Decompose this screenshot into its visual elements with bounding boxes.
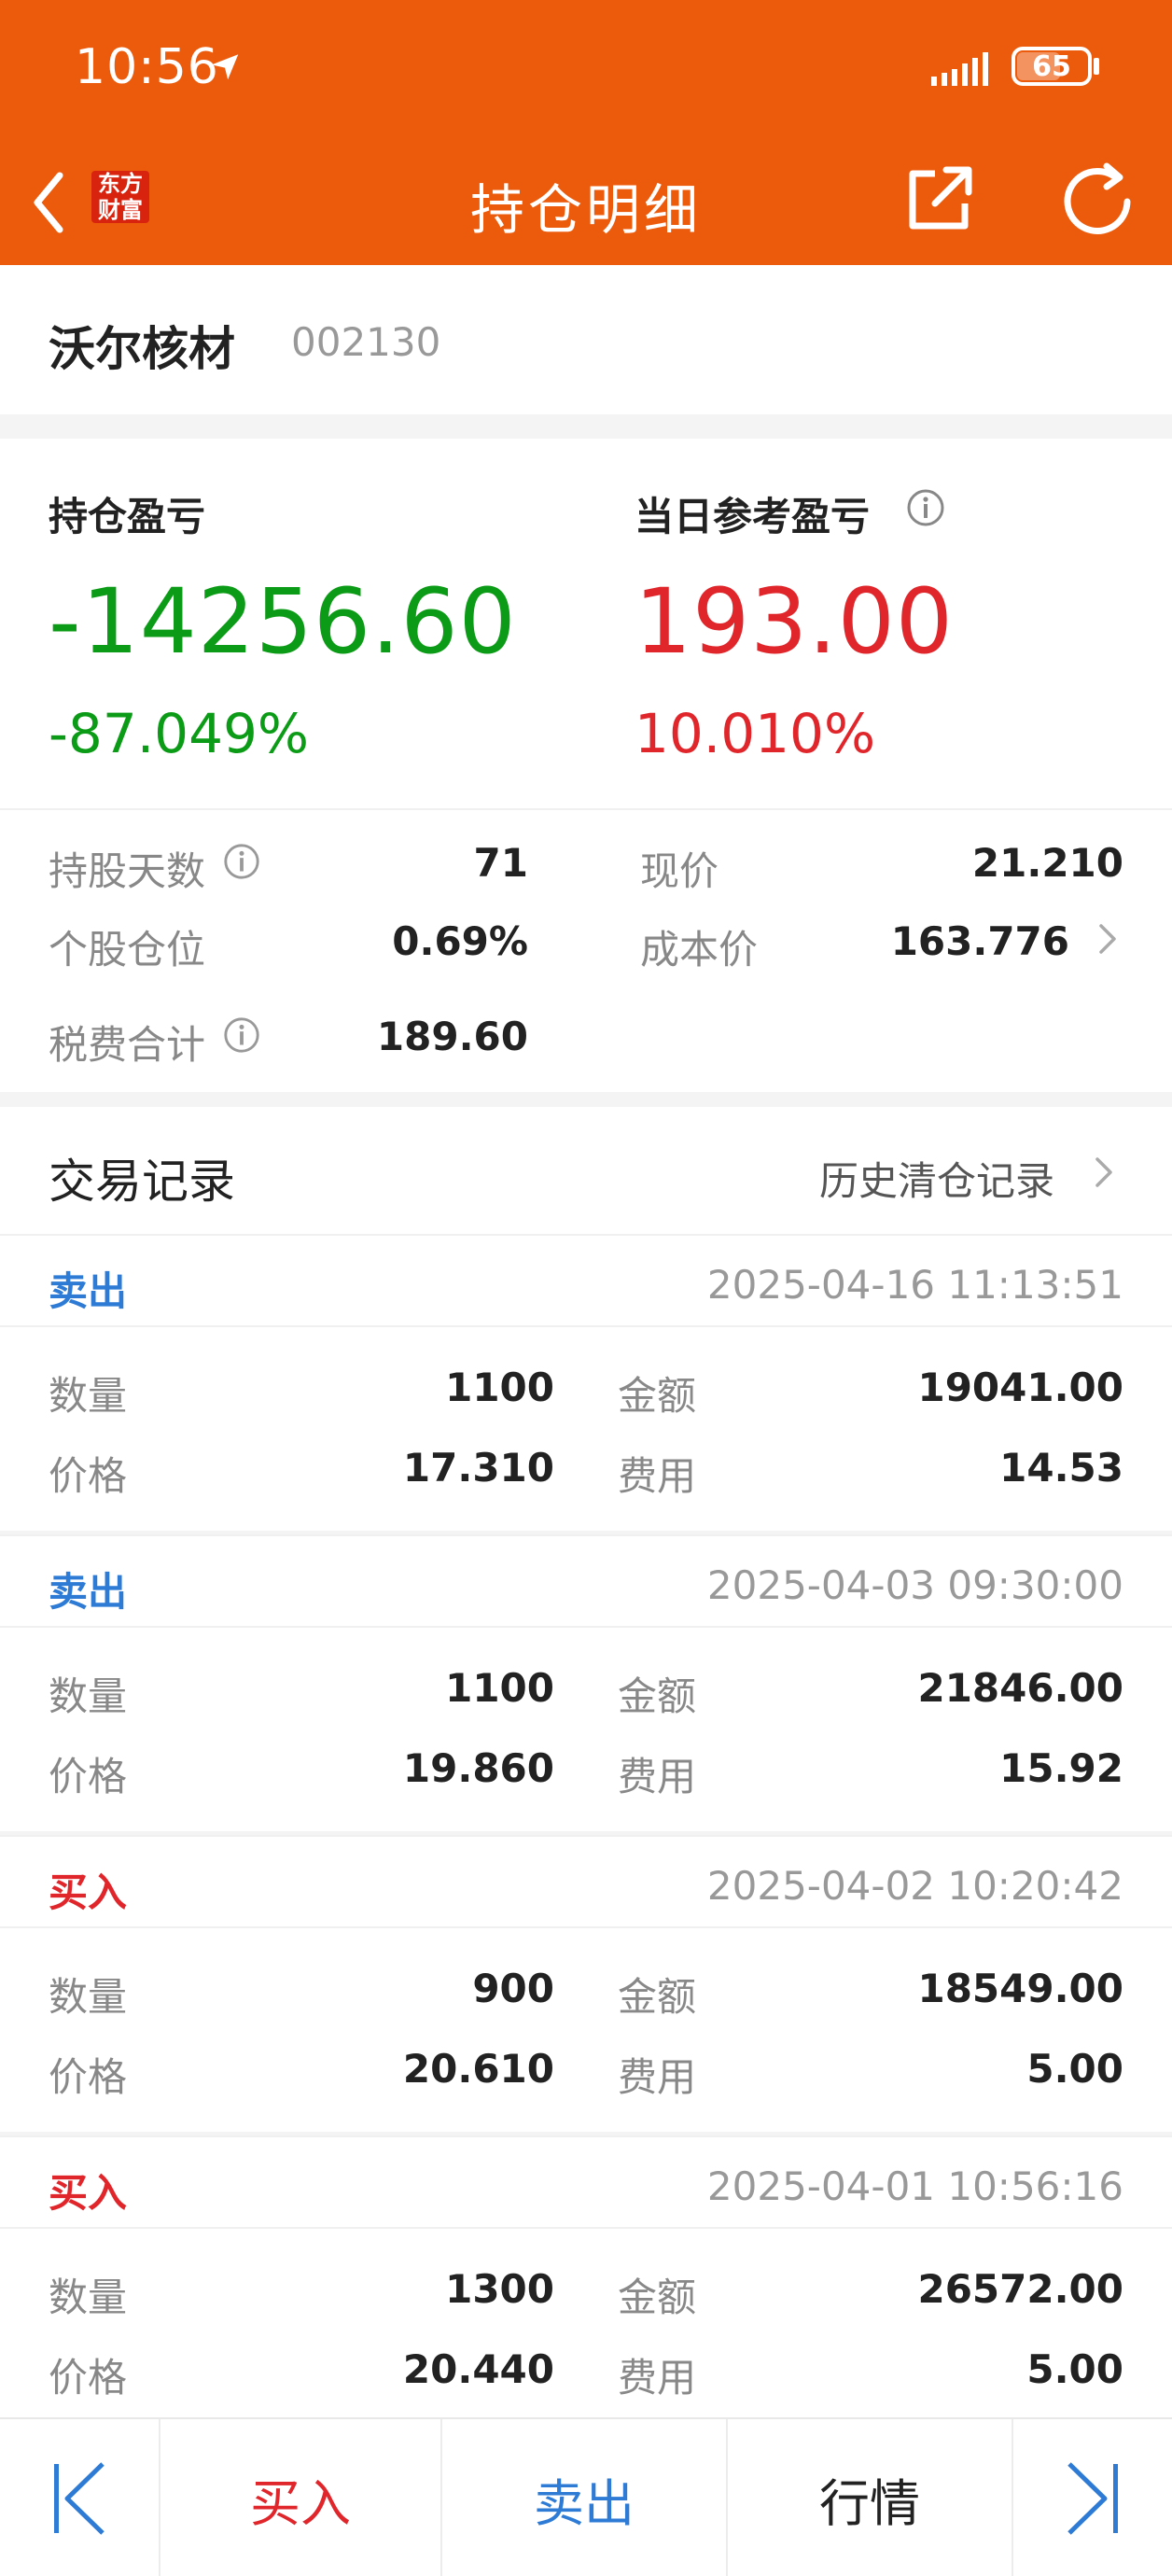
fee-value: 14.53 [999,1445,1123,1491]
trade-type: 买入 [49,1869,128,1915]
amount-value: 21846.00 [917,1665,1123,1711]
battery-level: 65 [1032,49,1071,83]
qty-value: 1300 [445,2266,554,2312]
trade-time: 2025-04-16 11:13:51 [706,1262,1123,1308]
amount-value: 18549.00 [917,1966,1123,2011]
amount-value: 19041.00 [917,1365,1123,1410]
fee-value: 15.92 [999,1745,1123,1791]
trade-time: 2025-04-03 09:30:00 [706,1562,1123,1608]
trade-record: 卖出 2025-04-16 11:13:51 数量 1100 金额 19041.… [0,1234,1172,1531]
trade-time: 2025-04-02 10:20:42 [706,1863,1123,1909]
qty-label: 数量 [49,1373,128,1419]
amount-label: 金额 [618,1974,697,2020]
qty-value: 900 [472,1966,554,2011]
info-icon[interactable] [222,1015,261,1055]
tax-fee-value: 189.60 [376,1014,528,1059]
trade-type: 卖出 [49,1569,128,1615]
qty-label: 数量 [49,1974,128,2020]
trade-record: 卖出 2025-04-03 09:30:00 数量 1100 金额 21846.… [0,1534,1172,1831]
navbar: 东方 财富 持仓明细 [0,140,1172,265]
position-ratio-label: 个股仓位 [49,927,206,973]
info-icon[interactable] [905,487,946,528]
daily-pnl-value: 193.00 [635,569,954,674]
battery-tip [1094,58,1099,75]
qty-value: 1100 [445,1665,554,1711]
pnl-summary: 持仓盈亏 当日参考盈亏 -14256.60 193.00 -87.049% 10… [0,439,1172,1092]
history-clearance-link[interactable]: 历史清仓记录 [819,1150,1054,1207]
cost-price-label[interactable]: 成本价 [640,918,758,975]
fee-value: 5.00 [1026,2346,1123,2392]
price-value: 19.860 [402,1745,554,1791]
amount-value: 26572.00 [917,2266,1123,2312]
holding-pnl-label: 持仓盈亏 [49,494,206,539]
divider [0,808,1172,810]
current-price-value: 21.210 [971,840,1123,886]
cost-price-value[interactable]: 163.776 [891,918,1069,964]
signal-icon [931,52,988,86]
battery-icon: 65 [1012,47,1092,86]
qty-value: 1100 [445,1365,554,1410]
fee-value: 5.00 [1026,2046,1123,2092]
price-label: 价格 [49,1754,128,1799]
trade-record: 买入 2025-04-01 10:56:16 数量 1300 金额 26572.… [0,2135,1172,2417]
current-price-label: 现价 [640,848,719,894]
amount-label: 金额 [618,1373,697,1419]
holding-days-label: 持股天数 [49,848,206,894]
amount-label: 金额 [618,1673,697,1719]
last-page-button[interactable] [1013,2419,1172,2576]
daily-pnl-percent: 10.010% [635,702,876,765]
trade-record-header: 卖出 2025-04-16 11:13:51 [0,1234,1172,1327]
trade-record-header: 买入 2025-04-02 10:20:42 [0,1835,1172,1928]
tax-fee-label: 税费合计 [49,1022,206,1068]
trade-records-title: 交易记录 [49,1155,235,1209]
market-button[interactable]: 行情 [728,2419,1012,2576]
sell-button[interactable]: 卖出 [442,2419,726,2576]
buy-button[interactable]: 买入 [160,2419,440,2576]
price-value: 20.610 [402,2046,554,2092]
trade-record: 买入 2025-04-02 10:20:42 数量 900 金额 18549.0… [0,1835,1172,2132]
holding-pnl-percent: -87.049% [49,702,309,765]
fee-label: 费用 [618,1754,697,1799]
trade-record-header: 买入 2025-04-01 10:56:16 [0,2135,1172,2229]
share-icon[interactable] [898,159,980,241]
price-value: 20.440 [402,2346,554,2392]
chevron-right-icon[interactable] [1090,1152,1118,1193]
daily-pnl-label: 当日参考盈亏 [635,494,871,539]
price-value: 17.310 [402,1445,554,1491]
status-bar: 10:56 65 [0,0,1172,140]
stock-name: 沃尔核材 [49,322,235,376]
trade-type: 买入 [49,2170,128,2216]
chevron-right-icon[interactable] [1094,918,1122,959]
refresh-icon[interactable] [1054,159,1140,245]
info-icon[interactable] [222,842,261,881]
holding-days-value: 71 [473,840,528,886]
fee-label: 费用 [618,2054,697,2100]
amount-label: 金额 [618,2275,697,2320]
price-label: 价格 [49,2355,128,2401]
skip-last-icon [1067,2462,1118,2535]
trade-records-header: 交易记录 历史清仓记录 [0,1107,1172,1234]
fee-label: 费用 [618,2355,697,2401]
stock-header: 沃尔核材 002130 [0,265,1172,414]
bottom-action-bar: 买入 卖出 行情 [0,2417,1172,2576]
price-label: 价格 [49,1453,128,1499]
price-label: 价格 [49,2054,128,2100]
first-page-button[interactable] [0,2419,159,2576]
skip-first-icon [54,2462,105,2535]
status-time: 10:56 [75,39,219,95]
holding-pnl-value: -14256.60 [49,569,517,674]
qty-label: 数量 [49,1673,128,1719]
trade-type: 卖出 [49,1268,128,1314]
qty-label: 数量 [49,2275,128,2320]
trade-record-header: 卖出 2025-04-03 09:30:00 [0,1534,1172,1628]
page-title: 持仓明细 [469,178,702,242]
position-ratio-value: 0.69% [392,918,528,964]
location-arrow-icon [211,54,239,80]
fee-label: 费用 [618,1453,697,1499]
stock-code: 002130 [291,319,441,365]
trade-time: 2025-04-01 10:56:16 [706,2163,1123,2209]
